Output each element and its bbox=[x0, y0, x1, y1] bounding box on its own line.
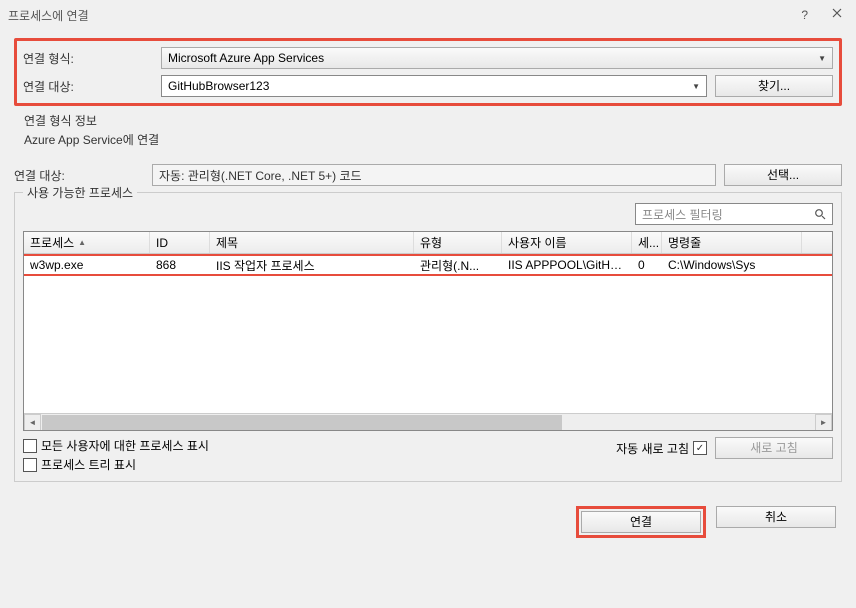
filter-placeholder: 프로세스 필터링 bbox=[642, 206, 723, 223]
connection-target-value: GitHubBrowser123 bbox=[168, 79, 269, 93]
process-row-highlight: w3wp.exe 868 IIS 작업자 프로세스 관리형(.N... IIS … bbox=[24, 254, 832, 276]
connection-type-dropdown[interactable]: Microsoft Azure App Services ▼ bbox=[161, 47, 833, 69]
connection-info: 연결 형식 정보 Azure App Service에 연결 bbox=[24, 112, 842, 148]
column-id[interactable]: ID bbox=[150, 232, 210, 253]
scroll-right-icon[interactable]: ► bbox=[815, 414, 832, 431]
auto-refresh-checkbox[interactable]: ✓ bbox=[693, 441, 707, 455]
cell-session: 0 bbox=[632, 257, 662, 273]
attach-button[interactable]: 연결 bbox=[581, 511, 701, 533]
connection-section-highlight: 연결 형식: Microsoft Azure App Services ▼ 연결… bbox=[14, 38, 842, 106]
chevron-down-icon: ▼ bbox=[818, 54, 826, 63]
sort-asc-icon: ▲ bbox=[78, 238, 86, 247]
connection-info-text: Azure App Service에 연결 bbox=[24, 131, 842, 148]
table-row[interactable]: w3wp.exe 868 IIS 작업자 프로세스 관리형(.N... IIS … bbox=[24, 256, 832, 274]
column-cmdline[interactable]: 명령줄 bbox=[662, 232, 802, 253]
connection-info-title: 연결 형식 정보 bbox=[24, 112, 842, 129]
show-all-users-label: 모든 사용자에 대한 프로세스 표시 bbox=[41, 437, 209, 454]
scroll-left-icon[interactable]: ◄ bbox=[24, 414, 41, 431]
cancel-button[interactable]: 취소 bbox=[716, 506, 836, 528]
horizontal-scrollbar[interactable]: ◄ ► bbox=[24, 413, 832, 430]
filter-input[interactable]: 프로세스 필터링 bbox=[635, 203, 833, 225]
table-header: 프로세스 ▲ ID 제목 유형 사용자 이름 세... 명령줄 bbox=[24, 232, 832, 254]
help-icon[interactable]: ? bbox=[801, 8, 808, 22]
connection-target-input[interactable]: GitHubBrowser123 ▼ bbox=[161, 75, 707, 97]
show-process-tree-label: 프로세스 트리 표시 bbox=[41, 456, 136, 473]
column-process[interactable]: 프로세스 ▲ bbox=[24, 232, 150, 253]
column-user[interactable]: 사용자 이름 bbox=[502, 232, 632, 253]
search-icon bbox=[814, 208, 826, 220]
show-all-users-checkbox[interactable] bbox=[23, 439, 37, 453]
processes-group-title: 사용 가능한 프로세스 bbox=[23, 184, 137, 201]
refresh-button[interactable]: 새로 고침 bbox=[715, 437, 833, 459]
connection-target-label: 연결 대상: bbox=[23, 78, 153, 95]
auto-refresh-label: 자동 새로 고침 bbox=[616, 440, 689, 457]
processes-group: 사용 가능한 프로세스 프로세스 필터링 프로세스 ▲ ID 제목 유형 사용자… bbox=[14, 192, 842, 482]
cell-user: IIS APPPOOL\GitHub... bbox=[502, 257, 632, 273]
attach-target-field: 자동: 관리형(.NET Core, .NET 5+) 코드 bbox=[152, 164, 716, 186]
attach-target-label: 연결 대상: bbox=[14, 167, 144, 184]
cell-cmdline: C:\Windows\Sys bbox=[662, 257, 802, 273]
attach-button-highlight: 연결 bbox=[576, 506, 706, 538]
cell-process: w3wp.exe bbox=[24, 257, 150, 273]
find-button[interactable]: 찾기... bbox=[715, 75, 833, 97]
column-type[interactable]: 유형 bbox=[414, 232, 502, 253]
cell-id: 868 bbox=[150, 257, 210, 273]
chevron-down-icon: ▼ bbox=[692, 82, 700, 91]
titlebar: 프로세스에 연결 ? bbox=[0, 0, 856, 30]
column-title[interactable]: 제목 bbox=[210, 232, 414, 253]
close-icon[interactable] bbox=[832, 8, 842, 22]
cell-title: IIS 작업자 프로세스 bbox=[210, 256, 414, 275]
scroll-thumb[interactable] bbox=[42, 415, 562, 430]
dialog-title: 프로세스에 연결 bbox=[8, 7, 89, 24]
cell-type: 관리형(.N... bbox=[414, 256, 502, 275]
dialog-footer: 연결 취소 bbox=[14, 506, 842, 538]
show-process-tree-checkbox[interactable] bbox=[23, 458, 37, 472]
column-session[interactable]: 세... bbox=[632, 232, 662, 253]
attach-target-value: 자동: 관리형(.NET Core, .NET 5+) 코드 bbox=[159, 167, 362, 184]
connection-type-label: 연결 형식: bbox=[23, 50, 153, 67]
connection-type-value: Microsoft Azure App Services bbox=[168, 51, 324, 65]
select-button[interactable]: 선택... bbox=[724, 164, 842, 186]
process-table: 프로세스 ▲ ID 제목 유형 사용자 이름 세... 명령줄 w3wp.exe… bbox=[23, 231, 833, 431]
